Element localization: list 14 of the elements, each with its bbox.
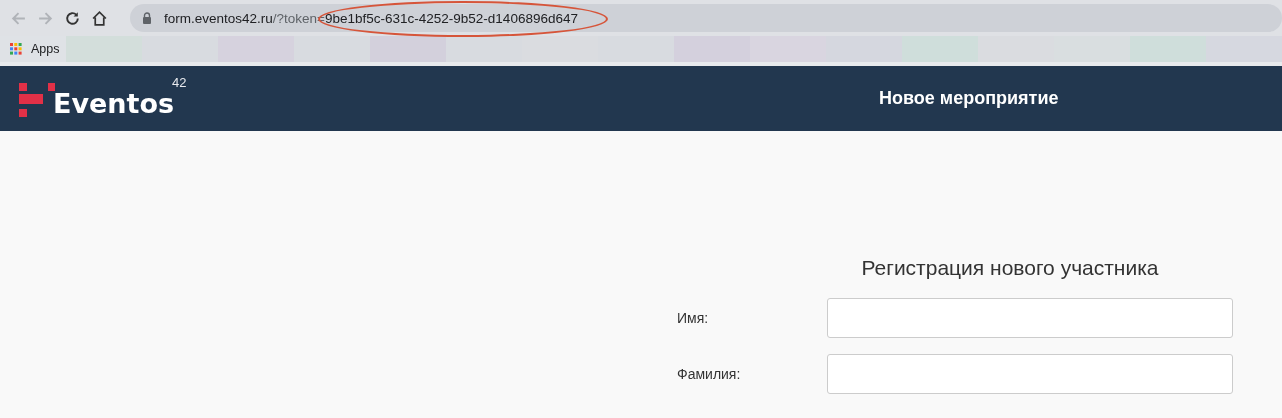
field-label: Фамилия: (677, 366, 742, 382)
field-label: Имя: (677, 310, 710, 326)
home-icon[interactable] (91, 9, 108, 27)
lock-icon (142, 12, 152, 24)
logo-mark-icon (19, 82, 55, 117)
apps-grid-icon (10, 43, 22, 55)
input-field[interactable] (827, 298, 1233, 338)
logo-number: 42 (172, 74, 187, 90)
form-title: Регистрация нового участника (860, 256, 1160, 280)
event-title: Новое мероприятие (879, 88, 1059, 109)
reload-icon[interactable] (64, 9, 81, 27)
logo-text: Eventos (53, 89, 175, 117)
bookmark-item[interactable]: Apps (10, 42, 66, 56)
input-field[interactable] (827, 354, 1233, 394)
